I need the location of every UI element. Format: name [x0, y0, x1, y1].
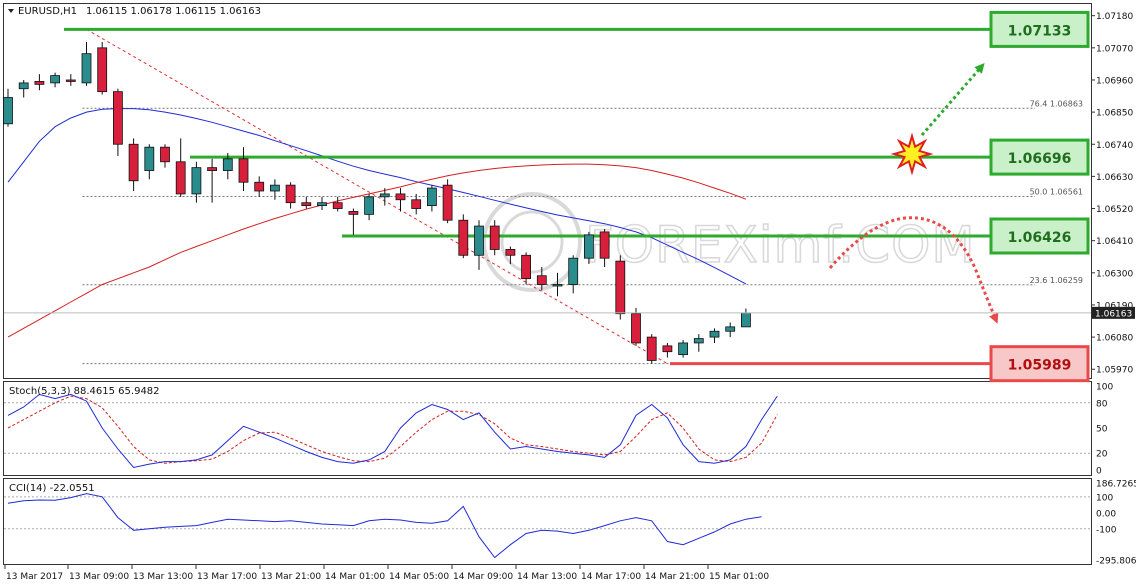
time-axis: 13 Mar 2017 13 Mar 09:00 13 Mar 13:00 13 Ma… [4, 565, 769, 582]
time-tick-label: 14 Mar 01:00 [325, 572, 385, 582]
candle-body [709, 330, 720, 338]
key-level-label: 1.07133 [1008, 23, 1072, 39]
candle-body [521, 254, 531, 280]
candle-body [191, 167, 202, 195]
candle-body [18, 82, 29, 90]
candle-body [646, 336, 657, 361]
key-level-label: 1.05989 [1008, 358, 1072, 374]
price-tick-label: 1.06410 [1096, 237, 1133, 247]
time-tick-label: 14 Mar 21:00 [645, 572, 705, 582]
candle-body [379, 193, 390, 198]
time-tick-label: 13 Mar 21:00 [261, 572, 321, 582]
candle-body [678, 342, 688, 356]
candle-body [474, 225, 484, 256]
price-tick-label: 1.06740 [1096, 141, 1133, 151]
key-level-label: 1.06426 [1008, 230, 1072, 246]
candle-body [411, 199, 422, 209]
candle-body [552, 284, 563, 287]
price-tick-label: 1.06960 [1096, 76, 1133, 86]
candle-body [269, 184, 280, 192]
candle-body [505, 249, 516, 256]
cci-scale-label: -100 [1096, 525, 1117, 535]
stoch-scale-label: 20 [1096, 450, 1108, 460]
price-tick-label: 1.07070 [1096, 44, 1133, 54]
candle-body [207, 167, 218, 171]
price-tick-label: 1.06300 [1096, 269, 1133, 279]
stoch-scale-label: 50 [1096, 425, 1108, 435]
candle-body [693, 338, 704, 344]
candle-body [238, 158, 249, 183]
stoch-label: Stoch(5,3,3) 88.4615 65.9482 [9, 386, 160, 397]
stoch-scale-label: 100 [1096, 383, 1113, 393]
cci-scale-label: 0.00 [1096, 509, 1116, 519]
candle-body [332, 202, 343, 209]
candle-body [568, 257, 579, 285]
burst-marker [890, 132, 934, 176]
price-tick-label: 1.06520 [1096, 205, 1133, 215]
time-tick-label: 14 Mar 09:00 [453, 572, 513, 582]
cci-panel-frame [3, 478, 1092, 565]
fib-level-label: 50.0 1.06561 [1030, 188, 1083, 197]
fib-level-label: 23.6 1.06259 [1030, 276, 1083, 285]
candle-body [395, 193, 406, 201]
candle-body [631, 313, 641, 344]
candle-body [615, 260, 626, 315]
stoch-scale-label: 80 [1096, 399, 1108, 409]
price-tick-label: 1.06630 [1096, 173, 1133, 183]
fib-level-label: 76.4 1.06863 [1030, 99, 1083, 108]
candle-body [536, 275, 547, 285]
cci-scale-label: 186.7265 [1096, 480, 1136, 490]
candle-body [285, 184, 296, 204]
price-tick-label: 1.06080 [1096, 334, 1133, 344]
chart-stage: FOREXimf.COM 76.4 1.06863 50.0 1.06561 23.… [3, 3, 1136, 582]
key-level-label: 1.06696 [1008, 151, 1072, 167]
candle-body [34, 81, 45, 85]
time-tick-label: 13 Mar 09:00 [69, 572, 129, 582]
candle-body [222, 158, 233, 171]
candle-body [584, 234, 594, 259]
time-tick-label: 14 Mar 13:00 [517, 572, 577, 582]
candle-body [65, 79, 76, 82]
price-tick-label: 1.07180 [1096, 12, 1133, 22]
main-panel-frame [3, 3, 1092, 379]
candle-body [348, 211, 359, 215]
candle-body [662, 345, 673, 353]
candle-body [254, 181, 265, 192]
time-tick-label: 15 Mar 01:00 [709, 572, 769, 582]
candle-body [175, 161, 186, 195]
time-tick-label: 13 Mar 13:00 [133, 572, 193, 582]
watermark-text: FOREXimf.COM [585, 216, 976, 274]
candle-body [458, 219, 469, 256]
price-tick-label: 1.06850 [1096, 109, 1133, 119]
chart-header-symbol: EURUSD,H1 [18, 6, 77, 17]
stoch-scale-label: 0 [1096, 467, 1102, 477]
time-tick-label: 13 Mar 17:00 [197, 572, 257, 582]
candle-body [160, 146, 170, 163]
price-tick-label: 1.05970 [1096, 366, 1133, 376]
current-price-label: 1.06163 [1095, 309, 1132, 319]
candle-body [144, 146, 155, 171]
time-tick-label: 14 Mar 05:00 [389, 572, 449, 582]
candle-body [3, 97, 13, 125]
candle-body [50, 75, 60, 84]
candle-body [364, 196, 375, 215]
cci-scale-label: 100 [1096, 493, 1113, 503]
candle-body [128, 143, 139, 182]
cci-scale-label: -295.8067 [1096, 557, 1136, 567]
candle-body [317, 202, 327, 207]
candle-body [426, 187, 437, 207]
candle-body [442, 184, 453, 221]
candle-body [81, 53, 92, 84]
time-tick-label: 13 Mar 2017 [6, 572, 63, 582]
time-tick-label: 14 Mar 17:00 [581, 572, 641, 582]
candle-body [741, 312, 751, 328]
candle-body [599, 231, 610, 259]
candle-body [725, 326, 736, 332]
chart-header-ohlc: 1.06115 1.06178 1.06115 1.06163 [86, 6, 261, 17]
cci-label: CCI(14) -22.0551 [9, 483, 95, 494]
candle-body [301, 202, 312, 207]
candle-body [489, 225, 500, 250]
candle-body [97, 47, 108, 93]
candle-body [113, 91, 123, 145]
